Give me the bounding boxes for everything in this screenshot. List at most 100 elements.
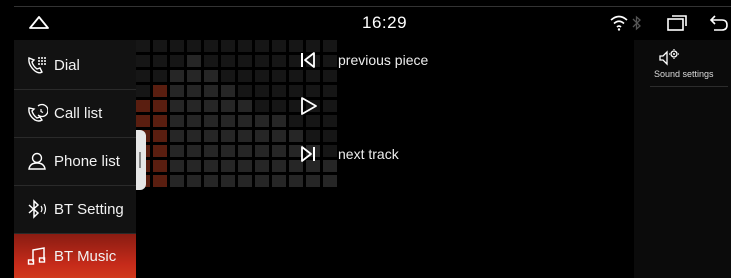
equalizer-cell xyxy=(153,130,167,142)
equalizer-cell xyxy=(136,100,150,112)
equalizer-cell xyxy=(255,40,269,52)
sidebar-item-label: Dial xyxy=(54,56,80,74)
equalizer-cell xyxy=(187,115,201,127)
equalizer-cell xyxy=(238,115,252,127)
equalizer-cell xyxy=(272,40,286,52)
equalizer-cell xyxy=(306,115,320,127)
equalizer-cell xyxy=(204,175,218,187)
equalizer-cell xyxy=(221,115,235,127)
home-icon[interactable] xyxy=(28,13,50,31)
equalizer-cell xyxy=(289,115,303,127)
equalizer-cell xyxy=(187,175,201,187)
sidebar: Dial Call list Phone list BT Setting BT … xyxy=(14,40,136,278)
play-icon xyxy=(301,97,317,115)
equalizer-cell xyxy=(221,85,235,97)
sound-settings-button[interactable]: Sound settings xyxy=(650,46,728,87)
bluetooth-icon xyxy=(28,199,47,219)
equalizer-cell xyxy=(323,85,337,97)
equalizer-cell xyxy=(255,160,269,172)
equalizer-cell xyxy=(238,100,252,112)
equalizer-cell xyxy=(272,115,286,127)
equalizer-cell xyxy=(238,130,252,142)
equalizer-cell xyxy=(255,175,269,187)
speaker-settings-icon xyxy=(659,49,679,66)
equalizer-cell xyxy=(170,175,184,187)
equalizer-cell xyxy=(255,130,269,142)
equalizer-cell xyxy=(153,115,167,127)
equalizer-cell xyxy=(255,85,269,97)
contact-icon xyxy=(28,152,46,170)
equalizer-cell xyxy=(204,70,218,82)
equalizer-cell xyxy=(255,70,269,82)
equalizer-cell xyxy=(272,130,286,142)
previous-track-label: previous piece xyxy=(338,52,429,68)
equalizer-cell xyxy=(187,160,201,172)
equalizer-cell xyxy=(238,160,252,172)
status-bar: 16:29 xyxy=(14,6,731,39)
equalizer-cell xyxy=(187,130,201,142)
equalizer-cell xyxy=(306,130,320,142)
drawer-handle[interactable] xyxy=(136,130,146,190)
equalizer-cell xyxy=(136,85,150,97)
equalizer-cell xyxy=(204,85,218,97)
equalizer-cell xyxy=(255,115,269,127)
call-history-icon xyxy=(28,103,48,122)
equalizer-cell xyxy=(323,115,337,127)
equalizer-cell xyxy=(170,160,184,172)
equalizer-cell xyxy=(204,55,218,67)
equalizer-cell xyxy=(238,70,252,82)
back-icon[interactable] xyxy=(708,14,730,32)
skip-previous-icon xyxy=(301,52,315,68)
next-track-button[interactable]: next track xyxy=(300,145,399,163)
equalizer-cell xyxy=(272,55,286,67)
equalizer-cell xyxy=(272,100,286,112)
equalizer-cell xyxy=(153,100,167,112)
equalizer-cell xyxy=(272,160,286,172)
right-panel: Sound settings xyxy=(634,40,731,278)
next-track-label: next track xyxy=(338,146,399,162)
equalizer-cell xyxy=(153,70,167,82)
equalizer-cell xyxy=(289,130,303,142)
sidebar-item-dial[interactable]: Dial xyxy=(14,42,136,88)
equalizer-cell xyxy=(323,100,337,112)
equalizer-cell xyxy=(289,70,303,82)
equalizer-cell xyxy=(187,40,201,52)
equalizer-cell xyxy=(153,160,167,172)
recent-apps-icon[interactable] xyxy=(666,14,688,32)
previous-track-button[interactable]: previous piece xyxy=(300,51,428,69)
sidebar-item-phone-list[interactable]: Phone list xyxy=(14,138,136,184)
equalizer-cell xyxy=(323,175,337,187)
equalizer-cell xyxy=(204,40,218,52)
music-note-icon xyxy=(27,247,46,265)
equalizer-cell xyxy=(238,175,252,187)
wifi-icon xyxy=(610,15,628,31)
phone-dialpad-icon xyxy=(28,57,46,74)
equalizer-cell xyxy=(170,115,184,127)
equalizer-cell xyxy=(170,145,184,157)
equalizer-cell xyxy=(221,160,235,172)
equalizer-cell xyxy=(323,130,337,142)
equalizer-cell xyxy=(136,55,150,67)
sidebar-item-label: Phone list xyxy=(54,152,120,170)
play-button[interactable] xyxy=(300,96,318,116)
clock: 16:29 xyxy=(362,13,408,32)
sidebar-item-bt-music[interactable]: BT Music xyxy=(14,234,136,278)
equalizer-cell xyxy=(272,145,286,157)
equalizer-cell xyxy=(136,40,150,52)
sidebar-item-bt-setting[interactable]: BT Setting xyxy=(14,186,136,232)
equalizer-cell xyxy=(136,115,150,127)
equalizer-cell xyxy=(153,40,167,52)
equalizer-cell xyxy=(238,55,252,67)
equalizer-cell xyxy=(170,85,184,97)
equalizer-cell xyxy=(204,115,218,127)
equalizer-cell xyxy=(153,55,167,67)
equalizer-cell xyxy=(136,70,150,82)
bluetooth-status-icon xyxy=(632,15,641,31)
equalizer-cell xyxy=(204,130,218,142)
equalizer-cell xyxy=(221,145,235,157)
equalizer-cell xyxy=(170,70,184,82)
sidebar-item-call-list[interactable]: Call list xyxy=(14,90,136,136)
sidebar-item-label: Call list xyxy=(54,104,103,122)
equalizer-cell xyxy=(323,70,337,82)
equalizer-cell xyxy=(289,175,303,187)
